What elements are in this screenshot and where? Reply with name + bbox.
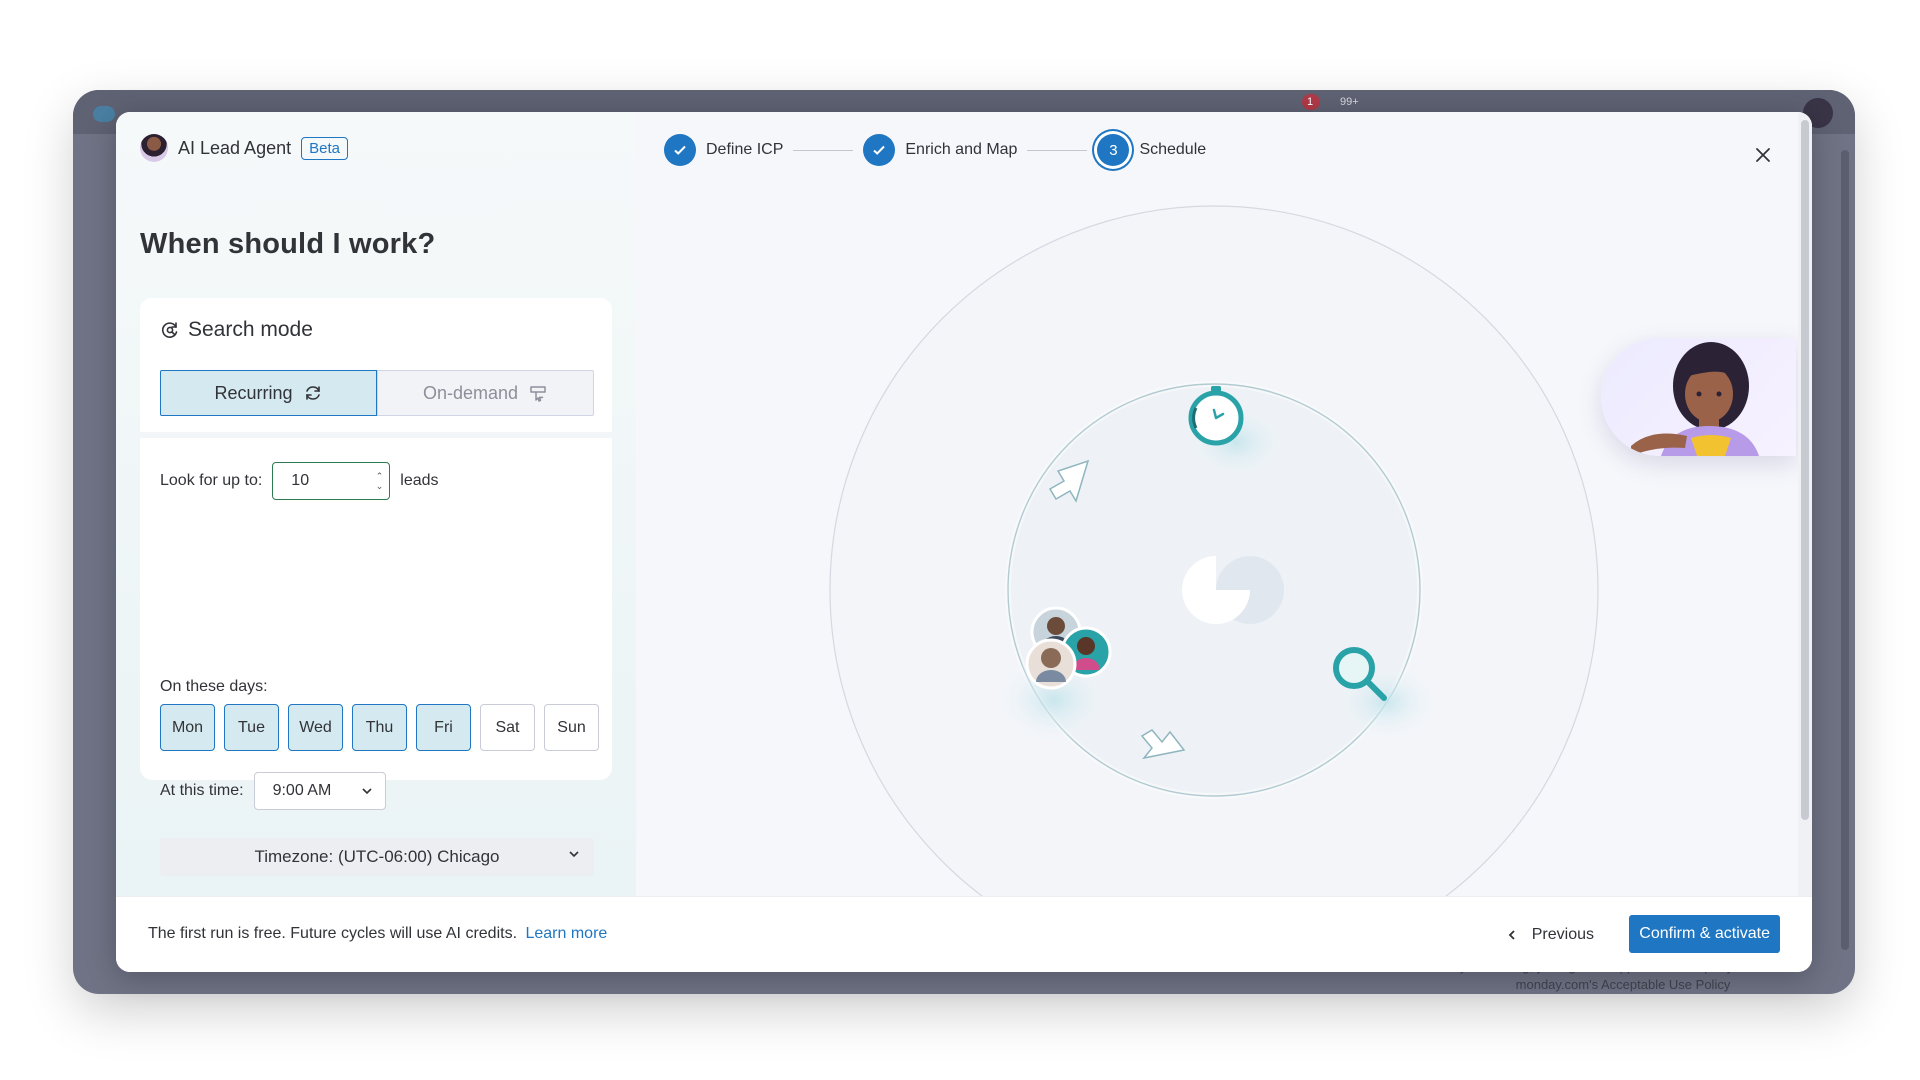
close-button[interactable] xyxy=(1752,144,1774,166)
day-thu[interactable]: Thu xyxy=(352,704,407,751)
time-value: 9:00 AM xyxy=(272,782,332,799)
time-label: At this time: xyxy=(160,782,244,799)
previous-button[interactable]: Previous xyxy=(1498,917,1602,953)
recurring-label: Recurring xyxy=(214,382,293,403)
modal-scrollbar[interactable] xyxy=(1798,112,1812,896)
step-schedule[interactable]: 3 Schedule xyxy=(1097,134,1206,166)
step-label: Define ICP xyxy=(706,141,784,158)
previous-label: Previous xyxy=(1531,926,1594,943)
step-define-icp[interactable]: Define ICP xyxy=(664,134,783,166)
close-icon xyxy=(1756,148,1770,162)
day-fri[interactable]: Fri xyxy=(416,704,471,751)
timezone-value: Timezone: (UTC-06:00) Chicago xyxy=(254,847,500,866)
day-tue[interactable]: Tue xyxy=(224,704,279,751)
timezone-select[interactable]: Timezone: (UTC-06:00) Chicago xyxy=(160,838,594,876)
step-label: Enrich and Map xyxy=(905,141,1018,158)
step-connector xyxy=(793,149,854,151)
time-row: At this time: 9:00 AM xyxy=(160,772,386,810)
refresh-icon xyxy=(303,383,323,403)
lookup-label: Look for up to: xyxy=(160,472,263,489)
schedule-cycle-illustration xyxy=(829,205,1599,896)
stepper-arrows[interactable]: ⌃ ⌄ xyxy=(376,471,384,491)
schedule-card: Search mode Recurring On-demand Look for… xyxy=(140,298,612,876)
day-wed[interactable]: Wed xyxy=(288,704,343,751)
page-title: When should I work? xyxy=(140,228,436,260)
lookup-row: Look for up to: 10 ⌃ ⌄ leads xyxy=(160,462,439,500)
apps-grid-icon xyxy=(1773,104,1797,117)
leads-suffix: leads xyxy=(400,472,439,489)
inbox-count-badge: 99+ xyxy=(1340,96,1359,108)
app-logo xyxy=(93,106,115,122)
illustration-panel: Define ICP Enrich and Map 3 Schedule xyxy=(636,112,1798,896)
day-sat[interactable]: Sat xyxy=(480,704,535,751)
time-select[interactable]: 9:00 AM xyxy=(253,772,386,810)
agent-name: AI Lead Agent xyxy=(178,137,292,158)
confirm-activate-button[interactable]: Confirm & activate xyxy=(1629,915,1780,953)
chevron-up-icon[interactable]: ⌃ xyxy=(376,471,384,481)
chevron-down-icon xyxy=(568,848,580,860)
left-panel: AI Lead Agent Beta When should I work? S… xyxy=(116,112,636,896)
agent-illustration-card xyxy=(1601,338,1796,456)
leads-count-value: 10 xyxy=(291,472,310,489)
footer-note-text: The first run is free. Future cycles wil… xyxy=(148,925,518,942)
check-icon xyxy=(664,134,696,166)
center-logo xyxy=(1182,556,1284,624)
step-enrich-and-map[interactable]: Enrich and Map xyxy=(863,134,1017,166)
search-refresh-icon xyxy=(160,320,180,340)
footer-note: The first run is free. Future cycles wil… xyxy=(148,925,607,943)
day-mon[interactable]: Mon xyxy=(160,704,215,751)
schedule-modal: AI Lead Agent Beta When should I work? S… xyxy=(116,112,1812,972)
notification-badge: 1 xyxy=(1302,94,1320,110)
on-demand-label: On-demand xyxy=(422,382,519,403)
agent-character-illustration xyxy=(1631,342,1759,456)
learn-more-link[interactable]: Learn more xyxy=(525,925,607,942)
search-mode-toggle: Recurring On-demand xyxy=(160,370,594,416)
chevron-left-icon xyxy=(1506,929,1518,941)
search-mode-section: Search mode Recurring On-demand xyxy=(140,298,612,438)
day-sun[interactable]: Sun xyxy=(544,704,599,751)
on-demand-button[interactable]: On-demand xyxy=(377,370,594,416)
days-label: On these days: xyxy=(160,678,268,695)
beta-badge: Beta xyxy=(301,136,348,160)
wizard-steps: Define ICP Enrich and Map 3 Schedule xyxy=(664,134,1206,166)
search-mode-label: Search mode xyxy=(188,318,313,341)
step-number: 3 xyxy=(1097,134,1130,166)
background-scrollbar xyxy=(1841,150,1849,950)
check-icon xyxy=(863,134,896,166)
step-connector xyxy=(1027,149,1088,151)
scrollbar-thumb[interactable] xyxy=(1801,120,1809,820)
leads-count-stepper[interactable]: 10 ⌃ ⌄ xyxy=(272,462,391,500)
agent-header: AI Lead Agent Beta xyxy=(140,134,348,162)
recurring-button[interactable]: Recurring xyxy=(160,370,377,416)
hand-pointer-icon xyxy=(528,383,548,403)
agent-avatar xyxy=(140,134,168,162)
search-mode-title: Search mode xyxy=(160,318,313,342)
days-selector: Mon Tue Wed Thu Fri Sat Sun xyxy=(160,704,599,751)
chevron-down-icon[interactable]: ⌄ xyxy=(376,481,384,491)
modal-footer: The first run is free. Future cycles wil… xyxy=(116,896,1812,972)
step-label: Schedule xyxy=(1139,141,1207,158)
chevron-down-icon xyxy=(361,785,373,797)
